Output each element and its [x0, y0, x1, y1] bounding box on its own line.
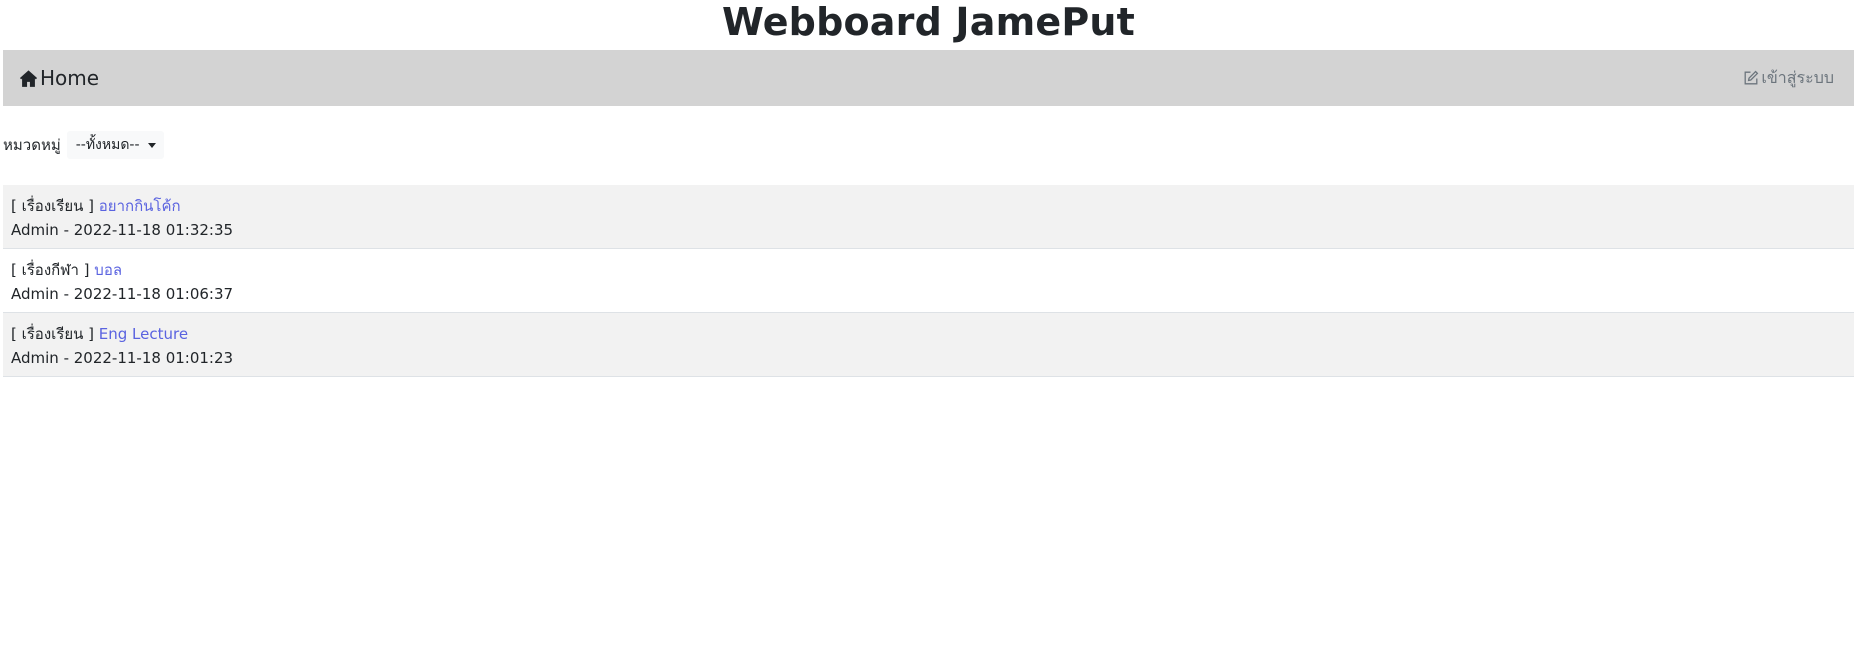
category-label: หมวดหมู่: [3, 136, 61, 154]
topic-list: [ เรื่องเรียน ] อยากกินโค้ก Admin - 2022…: [3, 185, 1854, 377]
category-dropdown[interactable]: --ทั้งหมด--: [66, 131, 164, 159]
topic-title-link[interactable]: Eng Lecture: [99, 325, 188, 343]
topic-row: [ เรื่องเรียน ] อยากกินโค้ก Admin - 2022…: [3, 185, 1854, 249]
page-title: Webboard JamePut: [721, 0, 1136, 44]
topic-title-link[interactable]: อยากกินโค้ก: [99, 197, 181, 215]
category-filter: หมวดหมู่ --ทั้งหมด--: [3, 131, 164, 159]
login-link[interactable]: เข้าสู่ระบบ: [1743, 66, 1834, 91]
topic-meta: Admin - 2022-11-18 01:06:37: [11, 285, 234, 303]
topic-meta: Admin - 2022-11-18 01:32:35: [11, 221, 234, 239]
caret-down-icon: [147, 142, 156, 148]
topic-meta: Admin - 2022-11-18 01:01:23: [11, 349, 234, 367]
topic-title-link[interactable]: บอล: [94, 261, 122, 279]
login-label: เข้าสู่ระบบ: [1761, 67, 1834, 87]
topic-category: [ เรื่องเรียน ]: [11, 325, 94, 343]
home-icon: [19, 69, 38, 88]
topic-category: [ เรื่องเรียน ]: [11, 197, 94, 215]
home-link[interactable]: Home: [19, 66, 99, 90]
topic-row: [ เรื่องเรียน ] Eng Lecture Admin - 2022…: [3, 313, 1854, 377]
category-selected: --ทั้งหมด--: [75, 137, 140, 153]
navbar: Home เข้าสู่ระบบ: [3, 50, 1854, 106]
home-label: Home: [40, 66, 100, 90]
topic-category: [ เรื่องกีฬา ]: [11, 261, 90, 279]
edit-icon: [1743, 70, 1759, 86]
topic-row: [ เรื่องกีฬา ] บอล Admin - 2022-11-18 01…: [3, 249, 1854, 313]
